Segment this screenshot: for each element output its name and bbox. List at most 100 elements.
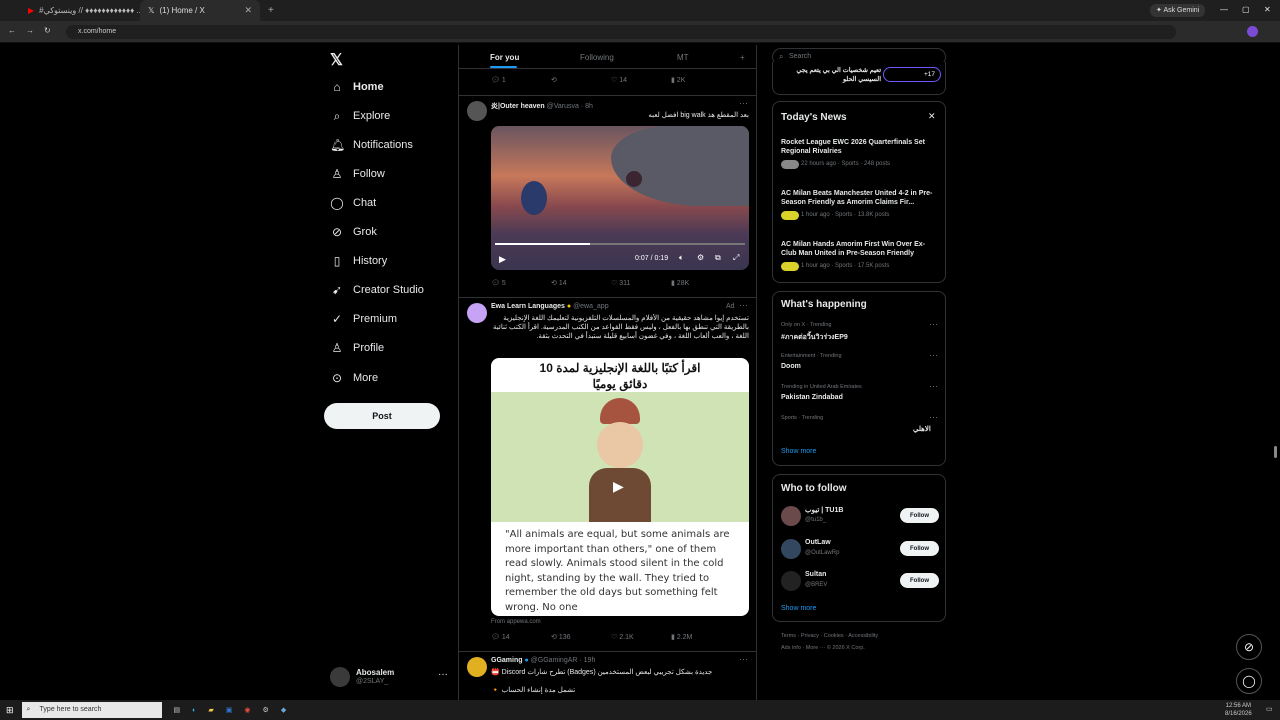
author-name[interactable]: GGaming (491, 657, 523, 664)
follow-suggestion[interactable]: OutLaw @OutLawRp Follow (773, 537, 947, 563)
edge-icon[interactable]: ◐ (192, 707, 196, 714)
close-window-icon[interactable]: ✕ (1264, 5, 1271, 14)
avatar[interactable] (467, 101, 487, 121)
video-progress[interactable] (495, 243, 745, 245)
more-icon[interactable]: ··· (739, 300, 748, 310)
nav-premium[interactable]: ✓ Premium (330, 307, 397, 331)
author-name[interactable]: 炎|Outer heaven (491, 103, 545, 110)
nav-explore[interactable]: ⌕ Explore (330, 104, 391, 128)
nav-chat[interactable]: ◯ Chat (330, 191, 376, 215)
notification-icon[interactable]: ▭ (1266, 705, 1273, 713)
settings-icon[interactable]: ⚙ (697, 253, 704, 262)
reply-button[interactable]: 💬︎ 1 (491, 76, 551, 84)
follow-button[interactable]: Follow (900, 573, 939, 588)
video-player[interactable]: ▶ 0:07 / 0:19 🔈︎ ⚙ ⧉ ⤢ (491, 126, 749, 270)
more-icon[interactable]: ··· (929, 350, 938, 360)
footer-links[interactable]: Terms · Privacy · Cookies · Accessibilit… (781, 633, 878, 639)
tweet-ewa-ad[interactable]: Ewa Learn Languages ● @ewa_app Ad ··· تس… (459, 297, 756, 651)
taskbar-search-input[interactable]: ⌕ Type here to search (21, 702, 162, 718)
nav-history[interactable]: ▯ History (330, 249, 388, 273)
chrome-icon[interactable]: ◉ (244, 706, 250, 714)
like-button[interactable]: ♡ 311 (611, 279, 671, 287)
like-button[interactable]: ♡ 2.1K (611, 633, 671, 641)
windows-start-icon[interactable]: ⊞ (6, 705, 14, 716)
x-logo-icon[interactable]: 𝕏 (330, 50, 343, 70)
minimize-icon[interactable]: — (1220, 5, 1228, 14)
avatar[interactable] (467, 303, 487, 323)
nav-follow[interactable]: ♙ Follow (330, 162, 385, 186)
ask-gemini-button[interactable]: ✦ Ask Gemini (1150, 4, 1206, 17)
fullscreen-icon[interactable]: ⤢ (733, 253, 739, 263)
repost-button[interactable]: ⟲ 136 (551, 633, 611, 641)
browser-tab-x[interactable]: 𝕏 (1) Home / X ✕ (140, 0, 260, 21)
close-icon[interactable]: ✕ (244, 5, 252, 16)
news-item[interactable]: AC Milan Hands Amorim First Win Over Ex-… (773, 240, 947, 280)
trend-item[interactable]: Sports · Trending الاهلي ··· (773, 412, 947, 441)
tweet-outer-heaven[interactable]: 炎|Outer heaven @Varusva · 8h ··· بعد الم… (459, 95, 756, 297)
avatar[interactable] (467, 657, 487, 677)
clock[interactable]: 12:56 AM 8/16/2026 (1225, 702, 1252, 718)
browser-tab-youtube[interactable]: ▶ #وينستوكي // ♦♦♦♦♦♦♦♦♦♦♦♦ ... ✕ (20, 0, 140, 21)
ad-source-link[interactable]: From appewa.com (491, 619, 541, 625)
page-scrollbar[interactable] (1274, 446, 1277, 458)
tab-mt[interactable]: MT (677, 53, 689, 62)
back-icon[interactable]: ← (8, 26, 16, 35)
like-button[interactable]: ♡ 14 (611, 76, 671, 84)
trend-item[interactable]: Trending in United Arab Emirates Pakista… (773, 381, 947, 410)
reload-icon[interactable]: ↻ (44, 26, 51, 35)
repost-button[interactable]: ⟲ (551, 76, 611, 84)
top-banner-card[interactable]: تعيم شخصيات الي بي يتعم يجي السيسي الحلو… (772, 62, 946, 95)
steam-icon[interactable]: ◆ (281, 706, 286, 714)
forward-icon[interactable]: → (26, 26, 34, 35)
profile-avatar-icon[interactable] (1247, 26, 1258, 37)
close-icon[interactable]: ✕ (928, 111, 936, 122)
avatar[interactable] (781, 506, 801, 526)
maximize-icon[interactable]: ▢ (1242, 5, 1250, 14)
play-icon[interactable]: ▶ (613, 478, 624, 495)
add-tab-icon[interactable]: + (740, 53, 745, 62)
settings-icon[interactable]: ⚙ (263, 706, 269, 714)
nav-grok[interactable]: ⊘ Grok (330, 220, 377, 244)
account-switcher[interactable]: Abosalem @2SLAY_ ··· (328, 664, 454, 690)
more-icon[interactable]: ··· (739, 98, 748, 108)
new-tab-icon[interactable]: + (268, 5, 274, 16)
nav-more[interactable]: ⊙ More (330, 366, 378, 390)
more-icon[interactable]: ··· (739, 654, 748, 664)
more-icon[interactable]: ··· (929, 381, 938, 391)
file-explorer-icon[interactable]: ▰ (208, 706, 213, 714)
more-icon[interactable]: ··· (438, 669, 448, 680)
news-item[interactable]: Rocket League EWC 2026 Quarterfinals Set… (773, 138, 947, 178)
play-icon[interactable]: ▶ (499, 254, 506, 265)
avatar[interactable] (781, 539, 801, 559)
volume-icon[interactable]: 🔈︎ (679, 253, 684, 263)
show-more-link[interactable]: Show more (781, 448, 816, 455)
avatar[interactable] (781, 571, 801, 591)
nav-notifications[interactable]: 🔔︎ Notifications (330, 133, 413, 157)
ad-image[interactable]: اقرأ كتبًا باللغة الإنجليزية لمدة 10 دقا… (491, 358, 749, 616)
tab-following[interactable]: Following (580, 53, 614, 62)
trend-item[interactable]: Entertainment · Trending Doom ··· (773, 350, 947, 379)
footer-links[interactable]: Ads info · More ··· © 2026 X Corp. (781, 645, 865, 651)
messages-fab-icon[interactable]: ◯ (1236, 668, 1262, 694)
task-view-icon[interactable]: ▤ (174, 706, 181, 714)
follow-button[interactable]: Follow (900, 541, 939, 556)
show-more-link[interactable]: Show more (781, 605, 816, 612)
repost-button[interactable]: ⟲ 14 (551, 279, 611, 287)
pip-icon[interactable]: ⧉ (715, 253, 721, 263)
more-icon[interactable]: ··· (929, 319, 938, 329)
news-item[interactable]: AC Milan Beats Manchester United 4-2 in … (773, 189, 947, 229)
nav-home[interactable]: ⌂ Home (330, 75, 383, 99)
reply-button[interactable]: 💬︎ 14 (491, 633, 551, 641)
views-button[interactable]: ▮ 2.2M (671, 633, 731, 641)
trend-item[interactable]: Only on X · Trending #ภาคต่อวิ้นวิวร่วงE… (773, 319, 947, 348)
follow-suggestion[interactable]: Sultan @BREV Follow (773, 569, 947, 595)
follow-suggestion[interactable]: تيوب | TU1B @tu1b_ Follow (773, 504, 947, 530)
reply-button[interactable]: 💬︎ 5 (491, 279, 551, 287)
grok-fab-icon[interactable]: ⊘ (1236, 634, 1262, 660)
more-icon[interactable]: ··· (929, 412, 938, 422)
views-button[interactable]: ▮ 2K (671, 76, 731, 84)
nav-creator-studio[interactable]: ➹ Creator Studio (330, 278, 424, 302)
url-field[interactable]: x.com/home (66, 25, 1176, 39)
views-button[interactable]: ▮ 28K (671, 279, 731, 287)
outlook-icon[interactable]: ▣ (226, 706, 233, 714)
